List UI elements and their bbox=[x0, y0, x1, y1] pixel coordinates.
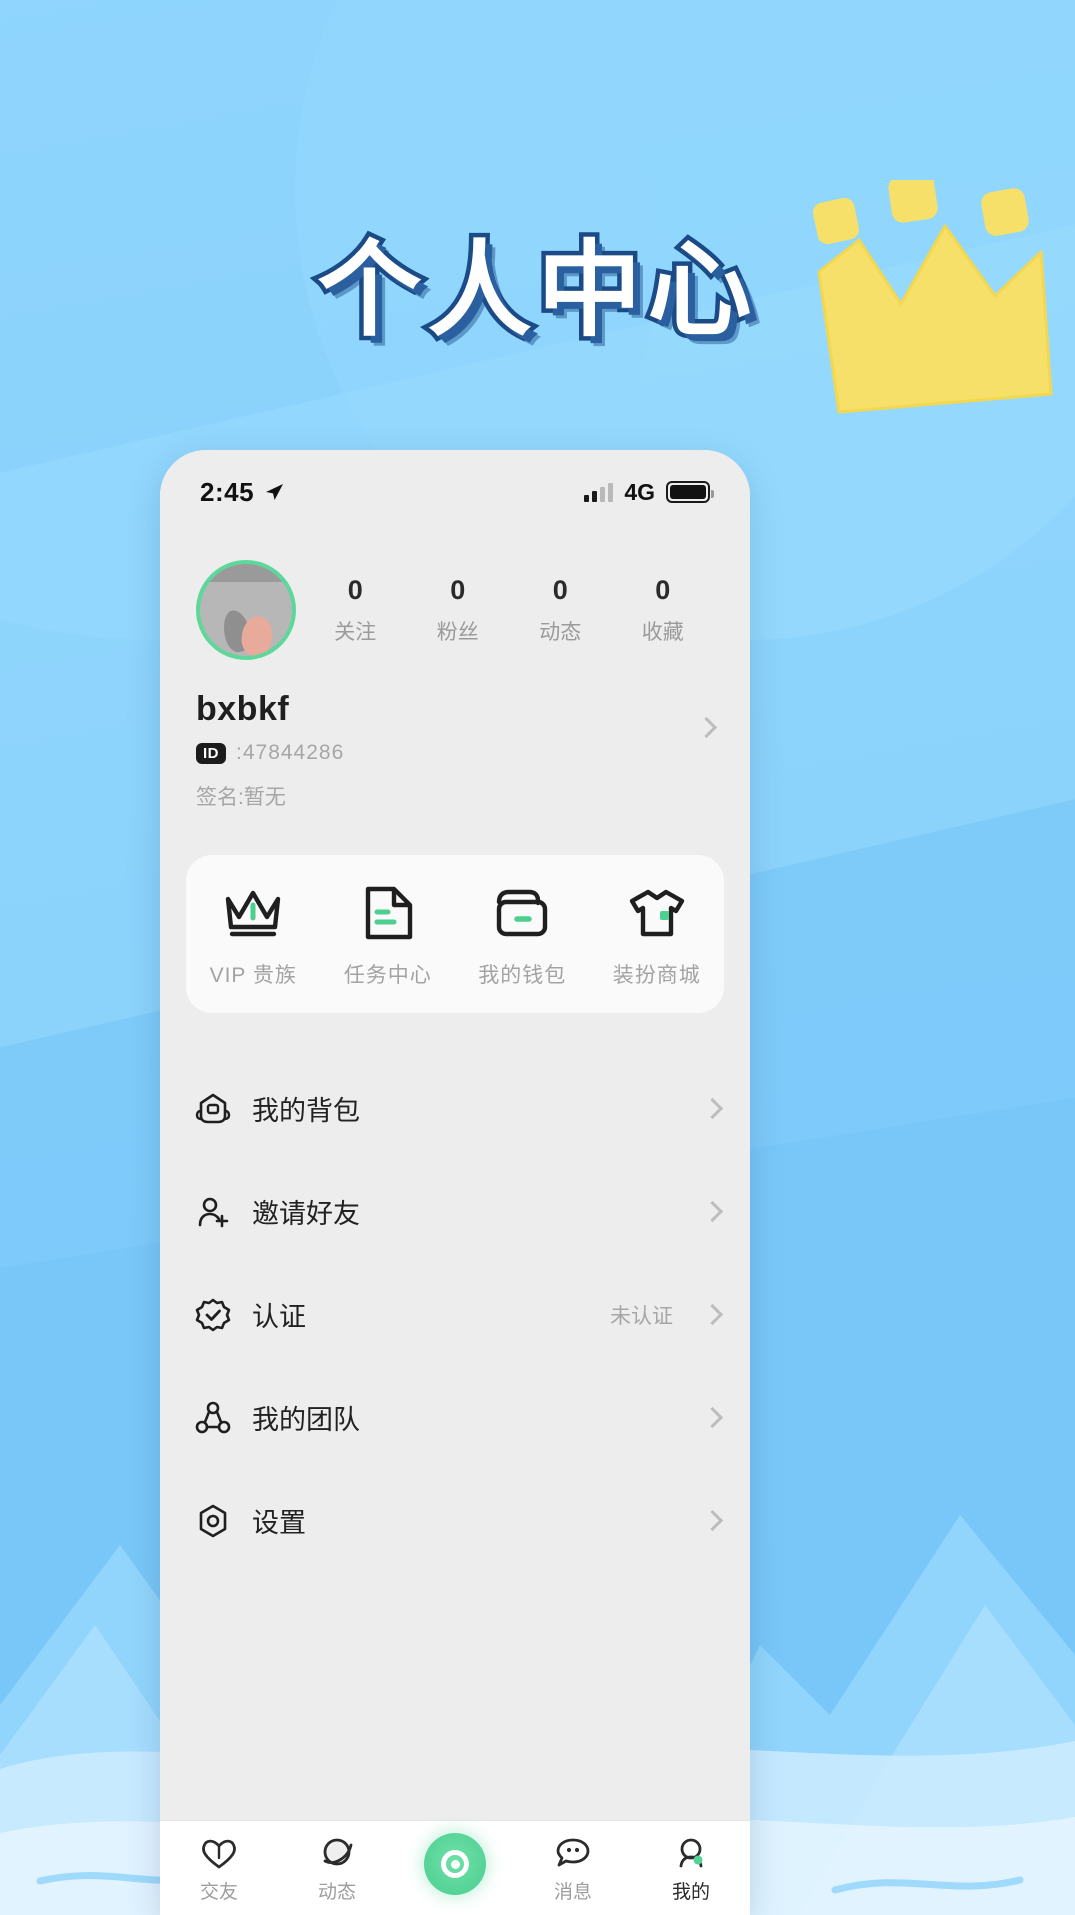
record-dot bbox=[450, 1859, 460, 1869]
network-type-label: 4G bbox=[624, 478, 655, 505]
tab-label: 交友 bbox=[199, 1882, 238, 1903]
team-icon bbox=[194, 1399, 232, 1437]
quick-action-vip[interactable]: VIP 贵族 bbox=[186, 881, 321, 989]
quick-action-tasks[interactable]: 任务中心 bbox=[321, 881, 456, 989]
menu-item-backpack[interactable]: 我的背包 bbox=[160, 1057, 750, 1160]
chevron-right-icon bbox=[695, 716, 718, 739]
signal-bars-icon bbox=[584, 482, 614, 502]
menu-item-invite-friends[interactable]: 邀请好友 bbox=[160, 1160, 750, 1263]
stat-value: 0 bbox=[347, 574, 363, 605]
quick-actions-card: VIP 贵族 任务中心 我的钱包 装扮商城 bbox=[186, 855, 724, 1013]
backpack-icon bbox=[194, 1090, 232, 1128]
phone-mockup: 2:45 4G 0 关注 0 粉丝 0 动态 0 收藏 bxbkf ID:47… bbox=[160, 450, 750, 1915]
stat-posts[interactable]: 0 动态 bbox=[509, 574, 612, 647]
user-id-line: ID :47844286 bbox=[196, 741, 699, 765]
avatar-hair bbox=[206, 564, 286, 582]
tab-mine[interactable]: 我的 bbox=[632, 1832, 750, 1904]
status-bar-right: 4G bbox=[584, 478, 714, 506]
profile-signature: 签名:暂无 bbox=[196, 786, 286, 809]
battery-full-icon bbox=[666, 481, 714, 503]
tab-label: 动态 bbox=[317, 1882, 356, 1903]
chevron-right-icon bbox=[701, 1406, 724, 1429]
app-content: 0 关注 0 粉丝 0 动态 0 收藏 bxbkf ID:47844286 签… bbox=[160, 522, 750, 1820]
tab-record-center[interactable] bbox=[396, 1833, 514, 1899]
wallet-icon bbox=[455, 881, 590, 945]
menu-item-value: 未认证 bbox=[610, 1304, 673, 1328]
avatar[interactable] bbox=[196, 560, 296, 660]
tab-friends[interactable]: 交友 bbox=[160, 1832, 278, 1904]
stat-label: 粉丝 bbox=[436, 621, 479, 645]
stat-label: 收藏 bbox=[641, 621, 684, 645]
menu-item-settings[interactable]: 设置 bbox=[160, 1469, 750, 1572]
settings-menu: 我的背包 邀请好友 认证 未认证 我的团队 设置 bbox=[160, 1057, 750, 1572]
tab-label: 我的 bbox=[671, 1882, 710, 1903]
profile-stats: 0 关注 0 粉丝 0 动态 0 收藏 bbox=[304, 574, 714, 647]
menu-item-label: 我的背包 bbox=[252, 1096, 360, 1126]
profile-name-col: bxbkf ID :47844286 bbox=[196, 690, 699, 765]
id-badge-icon: ID bbox=[196, 742, 226, 764]
person-icon bbox=[632, 1832, 750, 1874]
page-title: 个人中心 bbox=[313, 225, 758, 356]
tshirt-icon bbox=[590, 881, 725, 945]
menu-item-verification[interactable]: 认证 未认证 bbox=[160, 1263, 750, 1366]
quick-action-shop[interactable]: 装扮商城 bbox=[590, 881, 725, 989]
heart-icon bbox=[160, 1832, 278, 1874]
menu-item-my-team[interactable]: 我的团队 bbox=[160, 1366, 750, 1469]
profile-name-row[interactable]: bxbkf ID :47844286 bbox=[160, 660, 750, 765]
quick-action-label: 我的钱包 bbox=[478, 964, 567, 987]
quick-action-label: 装扮商城 bbox=[612, 964, 701, 987]
chevron-right-icon bbox=[701, 1097, 724, 1120]
gear-icon bbox=[194, 1502, 232, 1540]
stat-label: 动态 bbox=[539, 621, 582, 645]
tab-messages[interactable]: 消息 bbox=[514, 1832, 632, 1904]
quick-action-label: VIP 贵族 bbox=[209, 964, 297, 987]
record-ring bbox=[441, 1850, 469, 1878]
stat-favorites[interactable]: 0 收藏 bbox=[612, 574, 715, 647]
tab-moments[interactable]: 动态 bbox=[278, 1832, 396, 1904]
status-time: 2:45 bbox=[200, 476, 255, 507]
stat-value: 0 bbox=[552, 574, 568, 605]
quick-action-wallet[interactable]: 我的钱包 bbox=[455, 881, 590, 989]
verified-badge-icon bbox=[194, 1296, 232, 1334]
chevron-right-icon bbox=[701, 1509, 724, 1532]
stat-following[interactable]: 0 关注 bbox=[304, 574, 407, 647]
menu-item-label: 设置 bbox=[252, 1508, 306, 1538]
record-button-icon[interactable] bbox=[424, 1833, 486, 1895]
menu-item-label: 邀请好友 bbox=[252, 1199, 360, 1229]
status-bar-left: 2:45 bbox=[200, 477, 285, 508]
chat-bubble-icon bbox=[514, 1832, 632, 1874]
menu-item-label: 我的团队 bbox=[252, 1405, 360, 1435]
tab-label: 消息 bbox=[553, 1882, 592, 1903]
menu-item-label: 认证 bbox=[252, 1302, 306, 1332]
quick-action-label: 任务中心 bbox=[343, 964, 432, 987]
status-bar: 2:45 4G bbox=[160, 450, 750, 522]
location-arrow-icon bbox=[266, 484, 284, 500]
user-id-value: :47844286 bbox=[236, 741, 345, 764]
user-plus-icon bbox=[194, 1193, 232, 1231]
crown-icon bbox=[186, 881, 321, 945]
chevron-right-icon bbox=[701, 1200, 724, 1223]
planet-icon bbox=[278, 1832, 396, 1874]
profile-header: 0 关注 0 粉丝 0 动态 0 收藏 bbox=[160, 522, 750, 660]
stat-value: 0 bbox=[655, 574, 671, 605]
stat-fans[interactable]: 0 粉丝 bbox=[407, 574, 510, 647]
stat-value: 0 bbox=[450, 574, 466, 605]
username: bxbkf bbox=[196, 690, 290, 728]
document-icon bbox=[321, 881, 456, 945]
chevron-right-icon bbox=[701, 1303, 724, 1326]
bottom-tab-bar: 交友 动态 消息 我的 bbox=[160, 1820, 750, 1915]
hero-title-container: 个人中心 bbox=[0, 205, 1075, 356]
stat-label: 关注 bbox=[334, 621, 377, 645]
